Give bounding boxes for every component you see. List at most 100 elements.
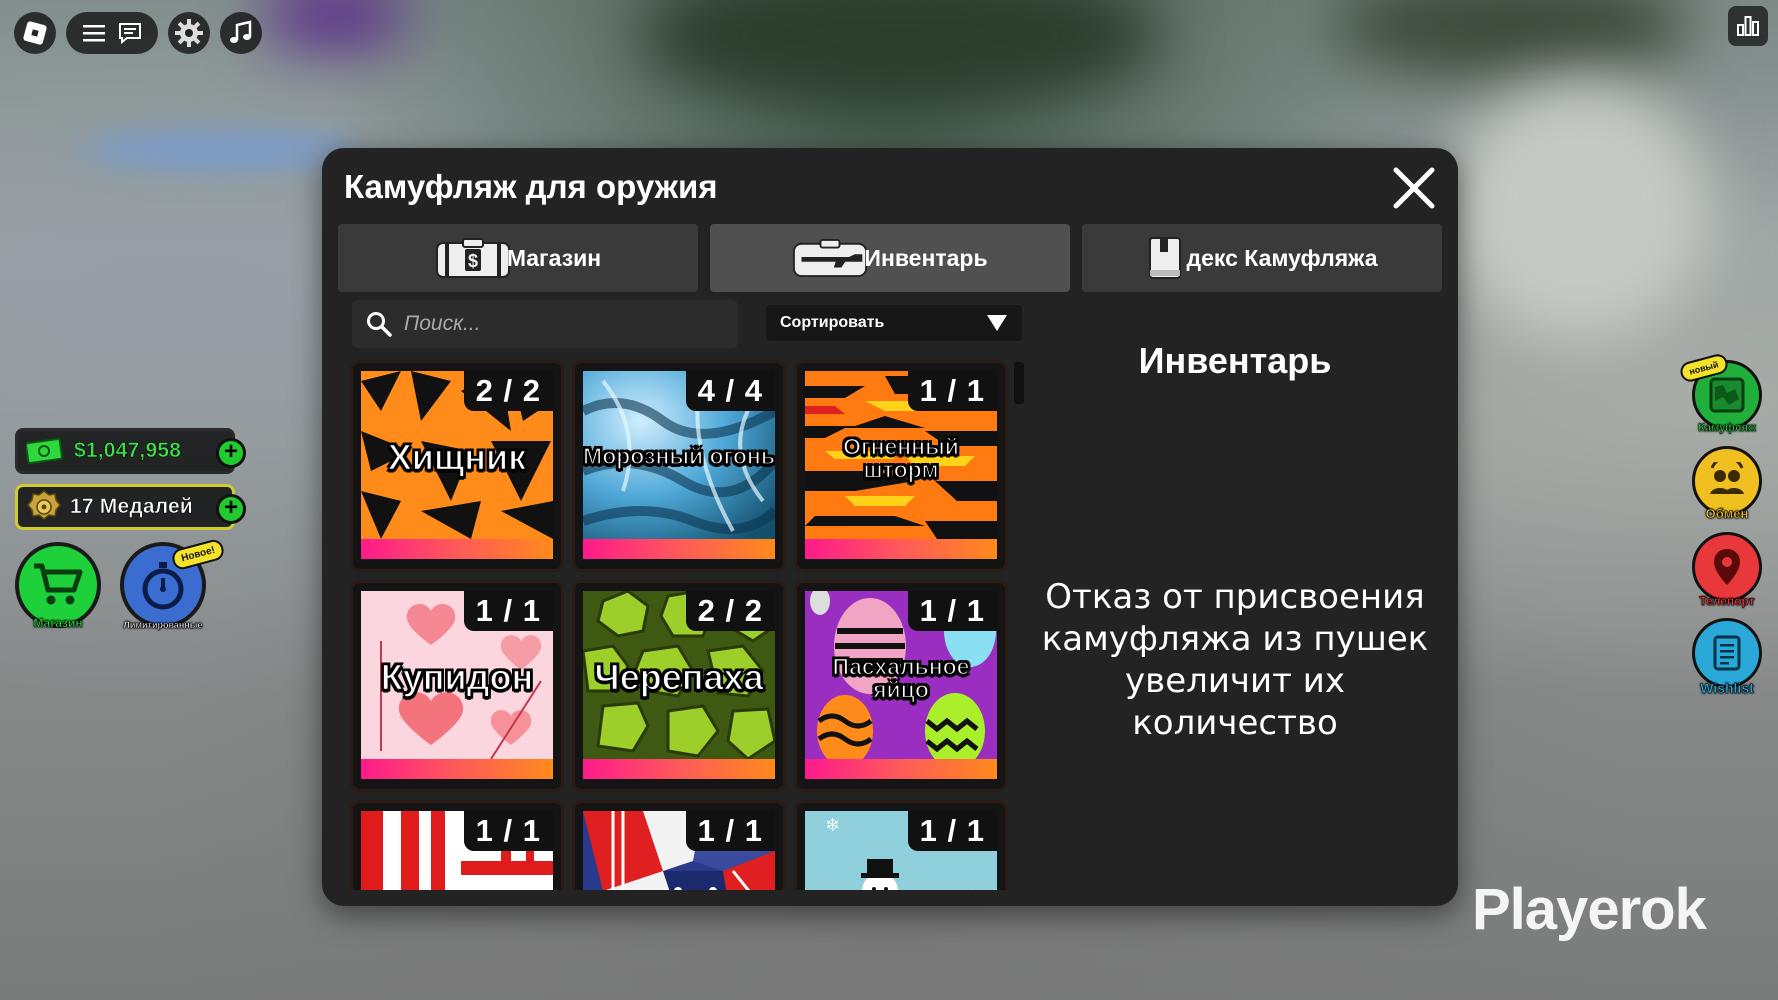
wishlist-button[interactable] [1692,618,1762,688]
gear-icon [175,19,203,47]
search-icon [367,312,392,337]
chat-icon[interactable] [118,22,142,44]
camo-grid: 2 / 2 Хищник 4 / 4 Морозный огонь 1 / 1 Огн… [350,360,1018,890]
trade-users-icon [1710,462,1744,494]
rarity-bar [583,539,775,559]
camo-side-label: Камуфляж [1698,422,1756,434]
camo-preview-image: 1 / 1 Купидон [361,591,553,759]
search-box [352,300,738,348]
camo-name: Пасхальное яйцо [832,653,970,703]
add-money-button[interactable]: + [216,438,246,468]
background-wall [1450,80,1710,340]
cash-case-icon: $ [435,235,511,281]
sort-label: Сортировать [780,314,885,331]
location-pin-icon [1714,549,1740,585]
shopping-cart-icon [34,563,83,605]
camo-count: 1 / 1 [907,371,997,411]
rarity-bar [805,539,997,559]
music-note-icon [230,20,252,43]
money-amount: $1,047,958 [74,439,182,463]
camo-card[interactable]: 1 / 1 Пасхальное яйцо [794,580,1008,792]
camo-name: Хищник [387,436,527,478]
tab-shop[interactable]: $ Магазин [338,224,698,292]
camo-name: Морозный огонь [583,443,775,470]
roblox-logo-icon [22,20,48,46]
music-button[interactable] [220,12,262,54]
camo-preview-image: 2 / 2 Черепаха [583,591,775,759]
camo-count: 2 / 2 [463,371,553,411]
camo-count: 1 / 1 [907,591,997,631]
camo-card[interactable]: 2 / 2 Черепаха [572,580,786,792]
medals-amount: 17 Медалей [70,495,194,519]
menu-chat-group [66,12,158,54]
camo-card[interactable]: ❄❄❄❄ 1 / 1 [794,800,1008,890]
hamburger-icon[interactable] [82,24,105,42]
camo-preview-image: 1 / 1 [583,811,775,890]
rarity-bar [805,759,997,779]
camo-count: 2 / 2 [685,591,775,631]
tab-camo-index-label: декс Камуфляжа [1186,244,1378,271]
svg-text:$: $ [468,251,478,271]
background-foliage [1330,0,1690,80]
svg-text:❄: ❄ [825,815,840,835]
search-input[interactable] [404,312,704,336]
tab-inventory[interactable]: Инвентарь [710,224,1070,292]
grid-scrollbar[interactable] [1014,362,1024,404]
camo-count: 1 / 1 [907,811,997,851]
medals-display: 17 Медалей + [15,484,246,530]
bar-chart-icon [1737,16,1759,36]
scroll-list-icon [1713,635,1741,671]
book-icon [1146,235,1186,281]
camo-card[interactable]: 1 / 1 Огненный шторм [794,360,1008,572]
watermark: Playerok [1472,877,1707,942]
settings-button[interactable] [168,12,210,54]
stats-button[interactable] [1728,6,1768,46]
roblox-topbar [14,12,262,54]
rarity-bar [361,539,553,559]
background-sign [80,130,360,170]
cash-icon [26,438,63,464]
camo-preview-image: ❄❄❄❄ 1 / 1 [805,811,997,890]
modal-tabs: $ Магазин Инвентарь декс Камуфляжа [338,224,1442,292]
add-medals-button[interactable]: + [216,494,246,524]
side-panel-title: Инвентарь [1138,340,1332,381]
rarity-bar [361,759,553,779]
camo-count: 4 / 4 [685,371,775,411]
camo-name: Огненный шторм [842,433,959,483]
camo-count: 1 / 1 [463,811,553,851]
camo-preview-image: 2 / 2 Хищник [361,371,553,539]
camo-card[interactable]: 4 / 4 Морозный огонь [572,360,786,572]
medal-icon [27,490,61,520]
triangle-down-icon [987,315,1007,331]
sort-dropdown[interactable]: Сортировать [766,305,1022,341]
wishlist-label: Wishlist [1700,680,1754,696]
gun-case-icon [792,235,868,281]
camo-card[interactable]: 1 / 1 [350,800,564,890]
camo-card[interactable]: 1 / 1 Купидон [350,580,564,792]
camo-modal: Камуфляж для оружия $ Магазин Инвентарь … [322,148,1458,906]
camo-card[interactable]: 2 / 2 Хищник [350,360,564,572]
camo-preview-image: 1 / 1 Огненный шторм [805,371,997,539]
money-display: $1,047,958 + [15,428,246,474]
tab-camo-index[interactable]: декс Камуфляжа [1082,224,1442,292]
camo-name: Купидон [380,656,534,698]
camo-preview-image: 1 / 1 [361,811,553,890]
background-foliage [640,0,1160,110]
camo-count: 1 / 1 [685,811,775,851]
camo-preview-image: 1 / 1 Пасхальное яйцо [805,591,997,759]
modal-title: Камуфляж для оружия [344,168,718,205]
roblox-menu-button[interactable] [14,12,56,54]
close-icon[interactable] [1390,164,1438,212]
camo-card[interactable]: 1 / 1 [572,800,786,890]
camo-preview-image: 4 / 4 Морозный огонь [583,371,775,539]
background-shape [260,0,410,50]
teleport-button[interactable] [1692,532,1762,602]
side-panel-description: Отказ от присвоения камуфляжа из пушек у… [1041,577,1429,743]
camo-icon [1709,377,1745,413]
teleport-label: Телепорт [1699,594,1755,608]
camo-name: Черепаха [594,656,765,698]
tab-inventory-label: Инвентарь [864,244,988,271]
tab-shop-label: Магазин [506,244,602,271]
svg-text:❄: ❄ [965,888,978,890]
rarity-bar [583,759,775,779]
